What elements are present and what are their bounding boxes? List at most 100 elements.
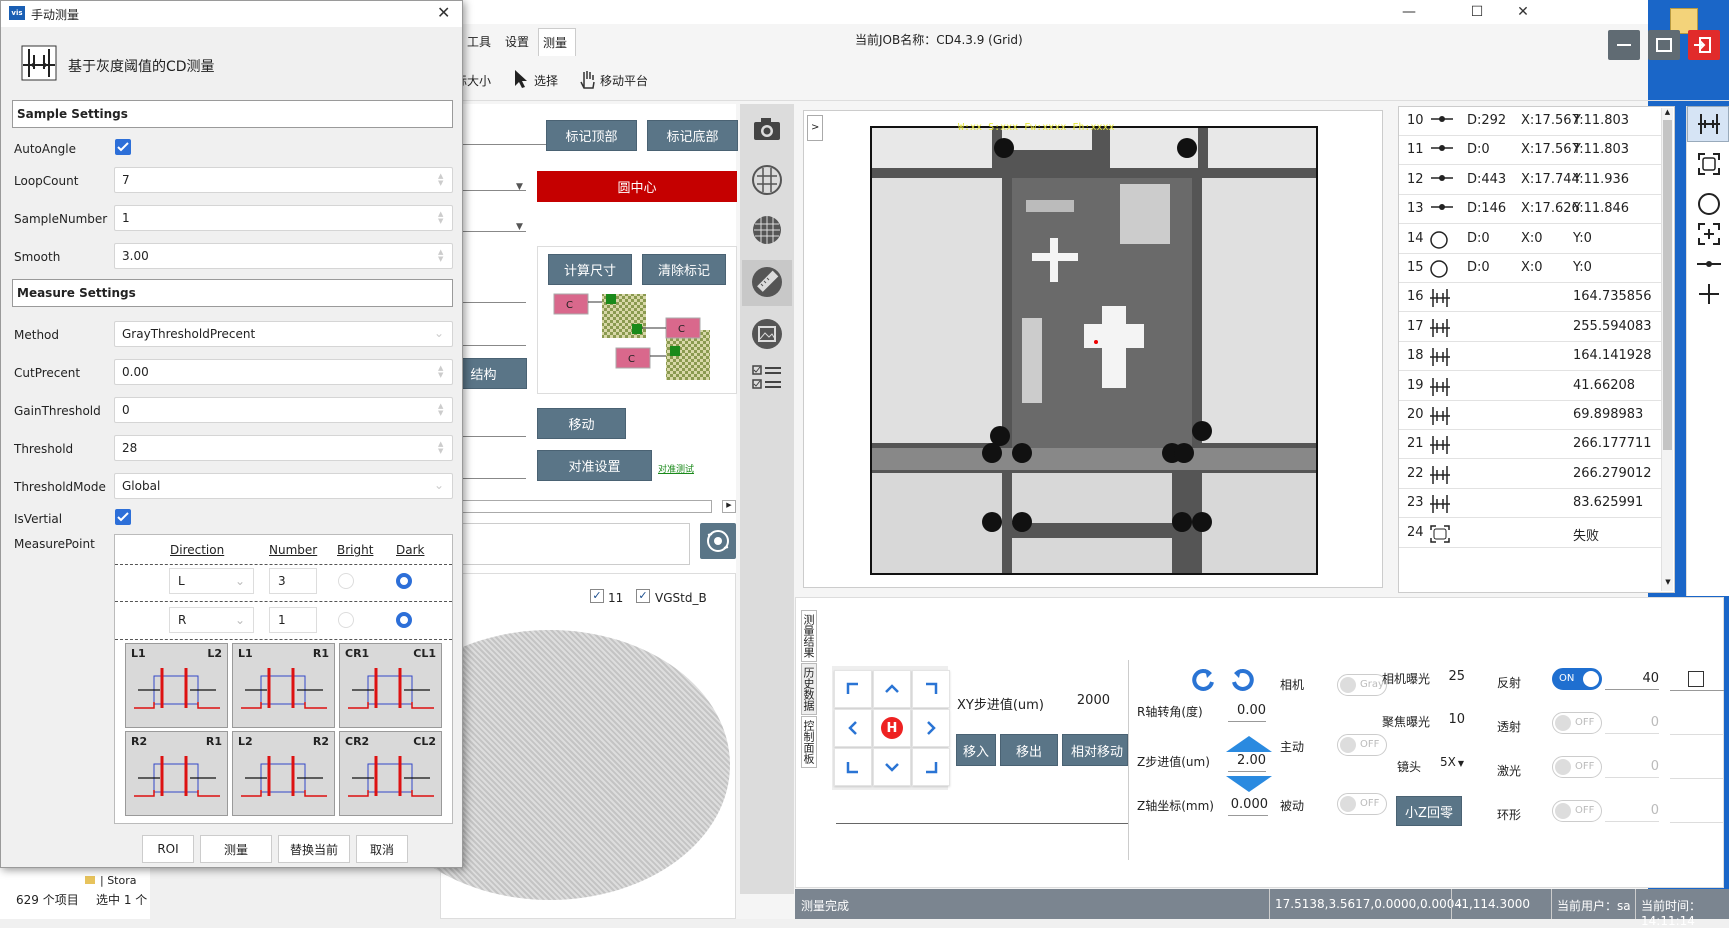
roi-button[interactable]: ROI — [142, 835, 194, 863]
image-frame-icon[interactable] — [751, 318, 783, 350]
nw-corner-button[interactable] — [834, 670, 872, 708]
scrollbar-h[interactable] — [440, 500, 712, 513]
circle-tool-icon[interactable] — [1697, 192, 1721, 216]
table-scrollbar[interactable]: ▲ ▼ — [1661, 108, 1673, 591]
exit-app-button[interactable] — [1688, 30, 1720, 60]
thresholdmode-select[interactable]: Global ⌄ — [114, 473, 453, 499]
ne-corner-button[interactable] — [912, 670, 950, 708]
left-button[interactable] — [834, 709, 872, 747]
measure-type-cell[interactable]: L2 R2 — [232, 731, 335, 816]
reflect-toggle[interactable]: ON — [1552, 668, 1602, 690]
home-button[interactable]: H — [873, 709, 911, 747]
align-settings-button[interactable]: 对准设置 — [537, 450, 652, 481]
dropdown-arrow-icon[interactable]: ▼ — [516, 182, 523, 192]
xy-step-input[interactable]: 2000 — [1055, 690, 1110, 712]
up-button[interactable] — [873, 670, 911, 708]
z-coord-input[interactable]: 0.000 — [1228, 794, 1268, 816]
tab-control[interactable]: 控制面板 — [801, 716, 817, 768]
loopcount-input[interactable]: 7 ▲ ▼ — [114, 167, 453, 193]
table-row[interactable]: 19 41.66208 — [1399, 372, 1661, 401]
tab-measure[interactable]: 测量 — [538, 28, 576, 56]
small-z-home-button[interactable]: 小Z回零 — [1396, 796, 1462, 826]
isvertial-checkbox[interactable] — [115, 509, 131, 525]
toolbar-move-platform[interactable]: 移动平台 — [600, 72, 648, 89]
table-row[interactable]: 11 D:0 X:17.567 Y:11.803 — [1399, 136, 1661, 166]
method-select[interactable]: GrayThresholdPrecent ⌄ — [114, 321, 453, 347]
down-button[interactable] — [873, 748, 911, 786]
minimize-icon[interactable]: — — [1386, 0, 1432, 24]
tab-results[interactable]: 测量结果 — [801, 610, 817, 662]
cutprecent-input[interactable]: 0.00 ▲ ▼ — [114, 359, 453, 385]
focus-exposure-input[interactable]: 10 — [1435, 709, 1465, 731]
passive-toggle[interactable]: OFF — [1337, 793, 1387, 815]
relative-move-button[interactable]: 相对移动 — [1062, 734, 1128, 766]
camera-gray-toggle[interactable]: Gray — [1337, 674, 1387, 696]
scroll-up-icon[interactable]: ▲ — [1662, 108, 1673, 120]
active-toggle[interactable]: OFF — [1337, 734, 1387, 756]
table-row[interactable]: 21 266.177711 — [1399, 430, 1661, 460]
wafer-map-icon[interactable] — [751, 164, 783, 196]
scroll-thumb[interactable] — [1663, 120, 1672, 450]
tab-history[interactable]: 历史数据 — [801, 663, 817, 715]
menu-tools[interactable]: 工具 — [467, 33, 491, 50]
table-row[interactable]: 16 164.735856 — [1399, 283, 1661, 313]
transmit-input[interactable]: 0 — [1605, 712, 1659, 734]
table-row[interactable]: 12 D:443 X:17.744 Y:11.936 — [1399, 166, 1661, 195]
frame-corners-icon[interactable] — [1697, 152, 1721, 176]
mark-bottom-button[interactable]: 标记底部 — [647, 120, 738, 151]
line-point-icon[interactable] — [1695, 252, 1723, 276]
autoangle-checkbox[interactable] — [115, 139, 131, 155]
hand-move-icon[interactable] — [576, 68, 598, 90]
refresh-button[interactable] — [700, 523, 736, 559]
ring-toggle[interactable]: OFF — [1552, 800, 1602, 822]
dropdown-arrow-icon[interactable]: ▼ — [516, 222, 523, 232]
table-row[interactable]: 15 D:0 X:0 Y:0 — [1399, 254, 1661, 283]
measure-type-cell[interactable]: L1 L2 — [125, 643, 228, 728]
checklist-icon[interactable] — [751, 362, 783, 394]
measure-type-cell[interactable]: L1 R1 — [232, 643, 335, 728]
circle-center-button[interactable]: 圆中心 — [537, 171, 737, 202]
replace-current-button[interactable]: 替换当前 — [278, 835, 350, 863]
menu-settings[interactable]: 设置 — [505, 33, 529, 50]
align-test-link[interactable]: 对准测试 — [658, 462, 694, 475]
crosshair-frame-icon[interactable] — [1697, 222, 1721, 246]
camera-icon[interactable] — [751, 113, 783, 145]
checkbox-vg[interactable]: ✓ — [636, 589, 650, 603]
crosshair-icon[interactable] — [1697, 282, 1721, 306]
right-button[interactable] — [912, 709, 950, 747]
scroll-right-icon[interactable]: ▶ — [722, 500, 736, 513]
laser-input[interactable]: 0 — [1605, 756, 1659, 778]
table-row[interactable]: 18 164.141928 — [1399, 342, 1661, 372]
samplenumber-input[interactable]: 1 ▲ ▼ — [114, 205, 453, 231]
cancel-button[interactable]: 取消 — [356, 835, 408, 863]
ring-input[interactable]: 0 — [1605, 800, 1659, 822]
rotate-cw-icon[interactable] — [1230, 666, 1256, 692]
table-row[interactable]: 24 失败 — [1399, 519, 1661, 548]
move-out-button[interactable]: 移出 — [1000, 734, 1058, 766]
rotate-ccw-icon[interactable] — [1190, 666, 1216, 692]
table-row[interactable]: 14 D:0 X:0 Y:0 — [1399, 225, 1661, 254]
gainthreshold-input[interactable]: 0 ▲ ▼ — [114, 397, 453, 423]
laser-toggle[interactable]: OFF — [1552, 756, 1602, 778]
sw-corner-button[interactable] — [834, 748, 872, 786]
measure-type-cell[interactable]: CR2 CL2 — [339, 731, 442, 816]
measure-button[interactable]: 测量 — [200, 835, 272, 863]
minimize-app-button[interactable] — [1608, 30, 1640, 60]
transmit-toggle[interactable]: OFF — [1552, 712, 1602, 734]
microscope-image[interactable] — [870, 126, 1318, 575]
table-row[interactable]: 13 D:146 X:17.626 Y:11.846 — [1399, 195, 1661, 225]
checkbox-11[interactable]: ✓ — [590, 589, 604, 603]
measure-type-cell[interactable]: R2 R1 — [125, 731, 228, 816]
text-area[interactable] — [440, 523, 690, 565]
maximize-app-button[interactable] — [1648, 30, 1680, 60]
mark-top-button[interactable]: 标记顶部 — [546, 120, 637, 151]
expand-panel-icon[interactable]: > — [807, 115, 823, 141]
measure-type-cell[interactable]: CR1 CL1 — [339, 643, 442, 728]
table-row[interactable]: 22 266.279012 — [1399, 460, 1661, 489]
reflect-checkbox[interactable] — [1688, 671, 1704, 687]
grid-sphere-icon[interactable] — [751, 214, 783, 246]
scroll-down-icon[interactable]: ▼ — [1662, 578, 1674, 586]
se-corner-button[interactable] — [912, 748, 950, 786]
toolbar-select[interactable]: 选择 — [534, 72, 558, 89]
z-down-icon[interactable] — [1224, 774, 1274, 794]
